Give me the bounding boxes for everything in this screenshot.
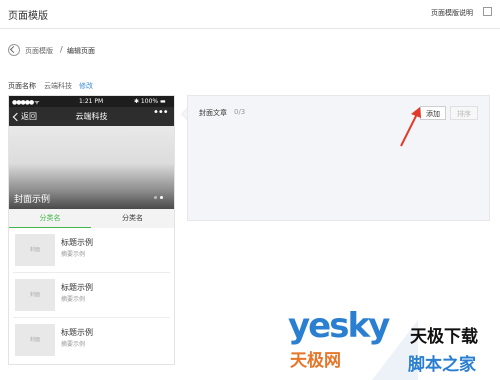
item-summary: 摘要示例 [61, 341, 86, 348]
category-tab-2[interactable]: 分类名 [91, 209, 174, 228]
thumbnail: 封面 [15, 234, 55, 266]
thumbnail: 封面 [15, 324, 55, 356]
signal-icon: ●●●●● ᯤ [12, 99, 40, 106]
breadcrumb-parent[interactable]: 页面模版 [25, 46, 53, 56]
item-summary: 摘要示例 [61, 251, 86, 258]
nav-title: 云端科技 [75, 112, 108, 121]
breadcrumb-separator: / [60, 45, 63, 54]
watermark-text: 脚本之家 [408, 355, 476, 375]
watermark-logo: yesky [288, 306, 390, 346]
more-icon[interactable]: ••• [153, 107, 169, 118]
help-checkbox[interactable] [483, 7, 492, 16]
page-title: 页面模版 [8, 11, 48, 22]
item-summary: 摘要示例 [61, 296, 86, 303]
edit-page-name-link[interactable]: 修改 [79, 81, 93, 91]
item-title: 标题示例 [61, 283, 93, 292]
page-name-value: 云端科技 [44, 82, 72, 90]
item-title: 标题示例 [61, 238, 93, 247]
breadcrumb-current: 编辑页面 [67, 47, 95, 55]
carousel-dot-active [160, 196, 163, 199]
watermark-text: 天极网 [290, 351, 341, 371]
item-title: 标题示例 [61, 328, 93, 337]
category-tab-1[interactable]: 分类名 [9, 209, 91, 228]
phone-preview: ●●●●● ᯤ 1:21 PM ✱ 100% ▬ 返回 云端科技 ••• 封面示… [8, 95, 175, 365]
battery-icon: ✱ 100% ▬ [134, 98, 166, 105]
cover-label: 封面示例 [14, 195, 51, 205]
sort-button[interactable]: 排序 [450, 106, 478, 120]
cover-articles-label: 封面文章 [199, 109, 227, 117]
status-time: 1:21 PM [79, 98, 104, 105]
header-divider [0, 28, 500, 29]
red-arrow-annotation [400, 107, 421, 147]
panel-pointer-inner [182, 109, 187, 119]
cover-articles-count: 0/3 [234, 108, 246, 116]
page-name-label: 页面名称 [8, 82, 36, 90]
thumbnail: 封面 [15, 279, 55, 311]
watermark-text: 天极下载 [410, 327, 478, 347]
template-help-link[interactable]: 页面模版说明 [431, 8, 473, 18]
carousel-dot [154, 196, 157, 199]
